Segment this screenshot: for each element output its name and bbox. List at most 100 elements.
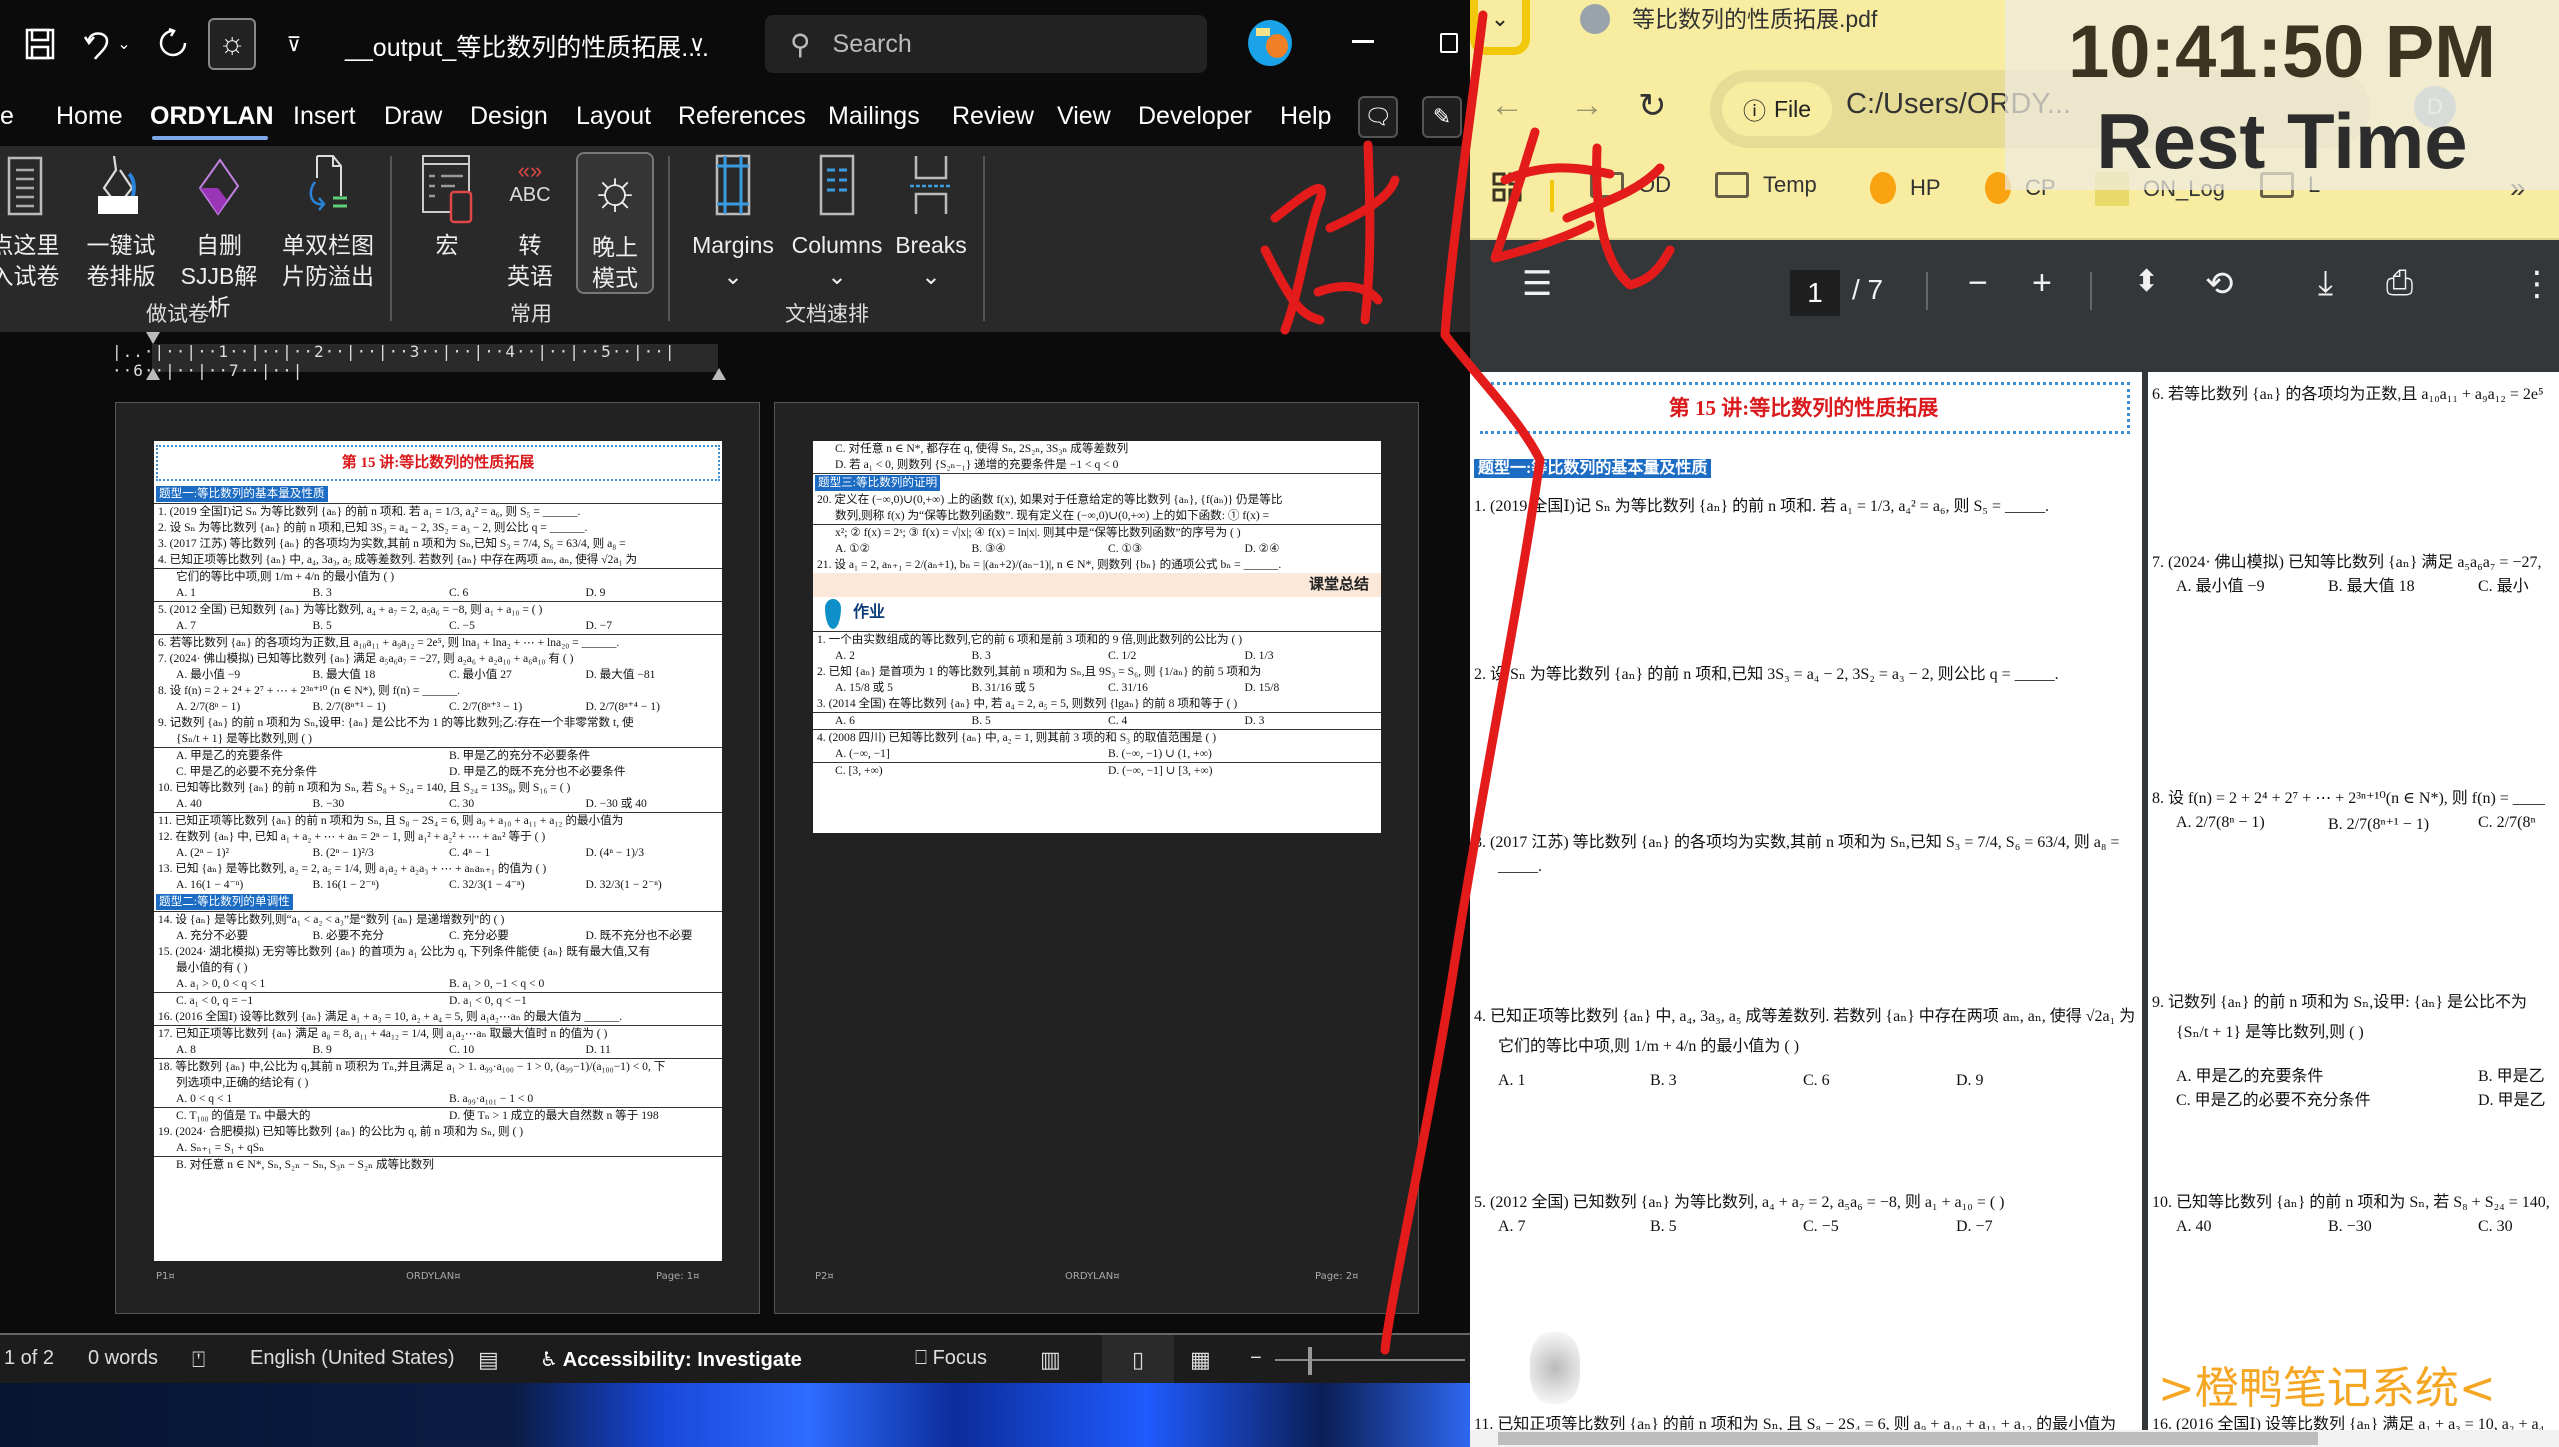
customize-quick-access-icon[interactable]: ⊽ [272,22,316,66]
apps-icon[interactable] [1492,172,1522,202]
page-2-content[interactable]: C. 对任意 n ∈ N*, 都存在 q, 使得 Sₙ, 2S₂ₙ, 3S₃ₙ … [813,441,1381,833]
rotate-icon[interactable]: ⟲ [2205,264,2234,304]
tab-title[interactable]: 等比数列的性质拓展.pdf [1632,0,1877,34]
scrollbar-thumb[interactable] [1498,1432,2318,1445]
page-1-content[interactable]: 第 15 讲:等比数列的性质拓展 题型一:等比数列的基本量及性质 1. (201… [154,441,722,1261]
minimize-button[interactable] [1352,40,1374,43]
sun-icon[interactable]: ☼ [208,18,256,70]
bookmark-od[interactable]: OD [1590,172,1671,198]
tab-view[interactable]: View [1057,102,1111,131]
button-label: 入试卷 [0,263,60,289]
save-icon[interactable] [18,22,62,66]
page-number-input[interactable]: 1 [1790,270,1840,316]
print-layout-icon[interactable]: ▯ [1102,1335,1174,1383]
question-14: 14. 设 {aₙ} 是等比数列,则“a₁ < a₂ < a₃”是“数列 {aₙ… [158,913,505,926]
macro-button[interactable]: 宏 [412,152,482,261]
button-label: 英语 [507,263,553,289]
user-avatar[interactable] [1248,20,1292,66]
tab-home[interactable]: Home [56,102,123,131]
question-6: 6. 若等比数列 {aₙ} 的各项均为正数,且 a₁₀a₁₁ + a₉a₁₂ =… [158,636,620,649]
horizontal-ruler[interactable]: |..·|··|··1··|··|··2··|··|··3··|··|··4··… [0,332,1470,382]
right-indent-marker[interactable] [712,368,726,380]
focus-label: Focus [932,1347,988,1369]
text-predictions-icon[interactable]: ▤ [478,1347,499,1373]
word-count[interactable]: 0 words [88,1347,158,1370]
tab-draw[interactable]: Draw [384,102,442,131]
zoom-in-button[interactable]: + [2032,264,2052,303]
question-10: 10. 已知等比数列 {aₙ} 的前 n 项和为 Sₙ, 若 S₈ + S₂₄ … [158,781,571,794]
status-bar: 1 of 2 0 words ⍞ English (United States)… [0,1333,1470,1383]
breaks-button[interactable]: Breaks ⌄ [890,152,972,292]
footer-left: P2¤ [815,1271,834,1282]
menu-icon[interactable]: ☰ [1522,264,1552,304]
undo-dropdown-icon[interactable]: ⌄ [114,22,134,66]
tab-help[interactable]: Help [1280,102,1331,131]
left-indent-marker[interactable] [146,368,160,380]
redo-icon[interactable] [152,22,196,66]
zoom-out-button[interactable]: − [1968,264,1988,303]
search-input[interactable]: ⚲ Search [765,15,1207,73]
more-options-icon[interactable]: ⋮ [2520,264,2554,304]
read-mode-icon[interactable]: ▥ [1040,1347,1061,1373]
q5-option-c: C. −5 [1803,1218,1839,1235]
question-15-options-2: C. a₁ < 0, q = −1 D. a₁ < 0, q < −1 [176,994,527,1007]
ruler-ticks: |..·|··|··1··|··|··2··|··|··3··|··|··4··… [112,342,676,380]
tab-layout[interactable]: Layout [576,102,651,131]
import-paper-button[interactable]: 点这里 入试卷 [0,152,62,292]
question-8: 8. 设 f(n) = 2 + 2⁴ + 2⁷ + ⋯ + 2³ⁿ⁺¹⁰ (n … [158,684,461,697]
fit-page-icon[interactable]: ⬍ [2134,264,2159,299]
zoom-out-button[interactable]: − [1250,1347,1262,1370]
download-icon[interactable]: ⤓ [2318,264,2333,303]
bookmark-temp[interactable]: Temp [1715,172,1817,198]
paint-bucket-icon [82,152,160,222]
tab-file[interactable]: e [0,102,14,131]
document-title[interactable]: __output_等比数列的性质拓展.... [345,28,709,64]
maximize-button[interactable] [1440,33,1458,53]
forward-button[interactable]: → [1570,86,1604,125]
document-arrow-icon [278,152,378,222]
translate-icon: «» ABC [509,158,551,207]
proofing-icon[interactable]: ⍞ [192,1347,205,1373]
image-overflow-button[interactable]: 单双栏图 片防溢出 [278,152,378,292]
web-layout-icon[interactable]: ▦ [1190,1347,1211,1373]
pdf-viewer[interactable]: 第 15 讲:等比数列的性质拓展 题型一:等比数列的基本量及性质 1. (201… [1470,332,2559,1447]
columns-button[interactable]: Columns ⌄ [790,152,884,292]
translate-english-button[interactable]: «» ABC 转 英语 [500,152,560,292]
one-click-layout-button[interactable]: 一键试 卷排版 [82,152,160,292]
site-info-chip[interactable]: ⓘ File [1722,82,1832,136]
button-label: Columns [791,232,883,258]
night-mode-button[interactable]: ☼ 晚上 模式 [576,152,654,294]
tab-review[interactable]: Review [952,102,1034,131]
focus-button[interactable]: ⎕ Focus [915,1347,987,1370]
tab-mailings[interactable]: Mailings [828,102,920,131]
zoom-slider-thumb[interactable] [1308,1347,1312,1375]
back-button[interactable]: ← [1490,86,1524,125]
q9-option-d: D. 甲是乙 [2478,1092,2546,1109]
chevron-down-icon: ⌄ [827,263,847,289]
question-15-cont: 最小值的有 ( ) [176,961,248,974]
tab-developer[interactable]: Developer [1138,102,1252,131]
tab-design[interactable]: Design [470,102,548,131]
reload-button[interactable]: ↻ [1638,86,1667,126]
first-line-indent-marker[interactable] [146,332,160,344]
accessibility-status[interactable]: ♿︎ Accessibility: Investigate [540,1347,802,1372]
comments-button[interactable]: 🗨 [1358,96,1398,138]
print-icon[interactable]: ⎙ [2386,264,2413,303]
pen-nib-icon [825,599,841,629]
horizontal-scrollbar[interactable] [1470,1430,2559,1447]
document-canvas[interactable]: 第 15 讲:等比数列的性质拓展 题型一:等比数列的基本量及性质 1. (201… [0,382,1470,1325]
editing-button[interactable]: ✎ [1422,96,1462,138]
tab-references[interactable]: References [678,102,806,131]
margins-button[interactable]: Margins ⌄ [690,152,776,292]
tab-ordylan[interactable]: ORDYLAN [150,102,274,131]
tab-insert[interactable]: Insert [293,102,356,131]
zoom-slider[interactable] [1275,1359,1465,1361]
tab-search-dropdown[interactable]: ⌄ [1470,0,1530,55]
footer-center: ORDYLAN¤ [406,1271,461,1282]
question-20-cont2: x²; ② f(x) = 2ˣ; ③ f(x) = √|x|; ④ f(x) =… [835,526,1241,539]
page-count[interactable]: 1 of 2 [4,1347,54,1370]
title-dropdown-icon[interactable]: ∨ [675,22,719,66]
bookmark-hp[interactable]: HP [1870,172,1941,204]
language[interactable]: English (United States) [250,1347,455,1370]
question-12: 12. 在数列 {aₙ} 中, 已知 a₁ + a₂ + ⋯ + aₙ = 2ⁿ… [158,830,546,843]
